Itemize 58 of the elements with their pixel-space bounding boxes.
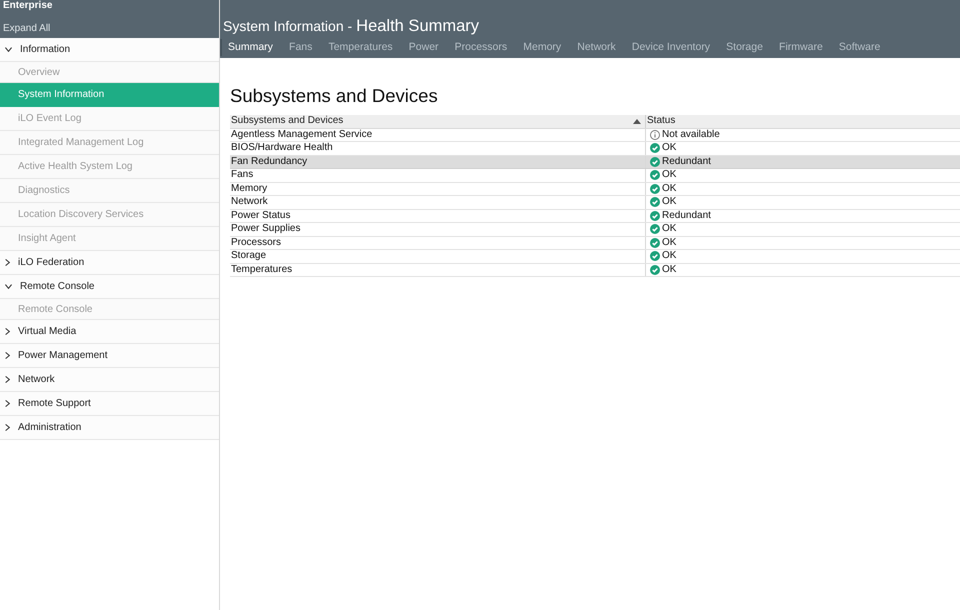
- sidebar-group-label: Network: [18, 373, 55, 387]
- table-row[interactable]: Memory OK: [230, 182, 960, 196]
- table-cell: Fan Redundancy: [231, 156, 308, 168]
- status-text: Not available: [662, 128, 720, 141]
- chevron-right-icon: [5, 424, 10, 431]
- chevron-right-icon: [5, 376, 10, 383]
- chevron-down-icon: [5, 47, 12, 52]
- column-header[interactable]: Subsystems and Devices: [230, 115, 646, 128]
- table-row[interactable]: Fan Redundancy Redundant: [230, 156, 960, 169]
- tab[interactable]: Summary: [222, 39, 279, 56]
- table-row[interactable]: Power Supplies OK: [230, 223, 960, 236]
- table-cell: Temperatures: [231, 264, 292, 276]
- chevron-right-icon: [5, 400, 10, 407]
- status-text: OK: [662, 169, 676, 182]
- sidebar-group-label: Virtual Media: [18, 325, 76, 339]
- page-subtitle: Health Summary: [356, 16, 480, 36]
- table-cell: Fans: [231, 169, 254, 182]
- table-cell: Memory: [231, 182, 268, 195]
- table-cell: Processors: [231, 236, 282, 249]
- column-header-label: Subsystems and Devices: [231, 115, 344, 128]
- table-row[interactable]: Power Status Redundant: [230, 210, 960, 223]
- chevron-right-icon: [5, 352, 10, 359]
- status-text: Redundant: [662, 210, 711, 222]
- chevron-right-icon: [5, 259, 10, 266]
- table-cell: Agentless Management Service: [231, 128, 372, 141]
- table-cell: Network: [231, 196, 268, 208]
- section-heading: Subsystems and Devices: [230, 84, 438, 108]
- table-row[interactable]: Processors OK: [230, 236, 960, 250]
- status-text: OK: [662, 142, 676, 154]
- sidebar-group-label: Remote Console: [20, 280, 94, 294]
- status-text: OK: [662, 250, 676, 262]
- table-row[interactable]: Storage OK: [230, 250, 960, 264]
- chevron-down-icon: [5, 284, 12, 289]
- status-text: Redundant: [662, 156, 711, 168]
- table-row[interactable]: BIOS/Hardware Health OK: [230, 142, 960, 156]
- column-header[interactable]: Status: [646, 115, 960, 128]
- sidebar-group-label: iLO Federation: [18, 256, 84, 270]
- table-cell: Storage: [231, 250, 266, 262]
- table-row[interactable]: Temperatures OK: [230, 264, 960, 277]
- page-title: System Information -: [223, 17, 352, 36]
- status-text: OK: [662, 196, 676, 208]
- table-cell: Power Status: [231, 210, 290, 222]
- status-text: OK: [662, 264, 676, 276]
- status-text: OK: [662, 223, 676, 236]
- brand-name: Enterprise: [3, 0, 52, 11]
- chevron-right-icon: [5, 328, 10, 335]
- table-row[interactable]: Agentless Management Service Not available: [230, 128, 960, 142]
- expand-all-link[interactable]: Expand All: [3, 23, 50, 35]
- sidebar-group-label: Power Management: [18, 349, 108, 363]
- table-cell: Power Supplies: [231, 223, 300, 236]
- sidebar-group-label: Administration: [18, 421, 82, 435]
- sidebar-group-label: Remote Support: [18, 397, 91, 411]
- table-row[interactable]: Fans OK: [230, 169, 960, 182]
- table-row[interactable]: Network OK: [230, 196, 960, 210]
- sidebar-group-label: Information: [20, 43, 70, 57]
- table-cell: BIOS/Hardware Health: [231, 142, 333, 154]
- status-text: OK: [662, 182, 676, 195]
- status-text: OK: [662, 236, 676, 249]
